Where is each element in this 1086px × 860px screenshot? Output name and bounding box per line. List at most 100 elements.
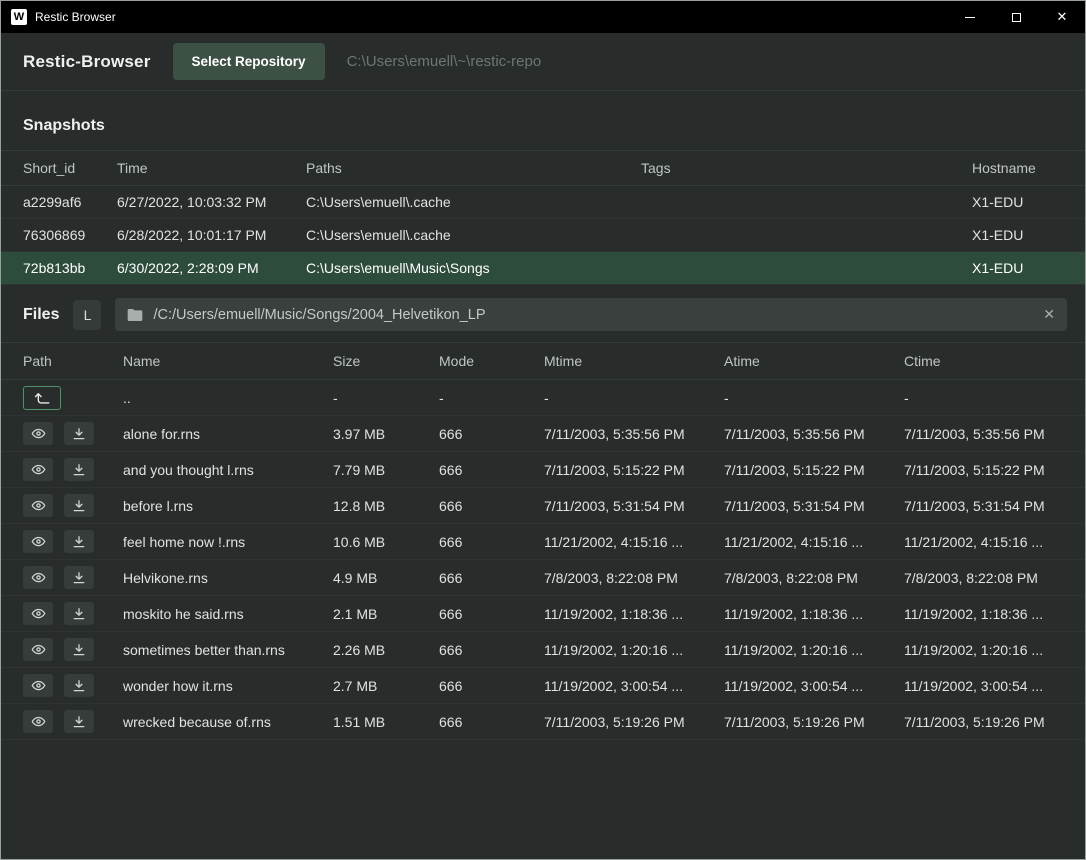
col-atime: Atime: [724, 353, 904, 369]
download-file-button[interactable]: [64, 458, 94, 481]
col-name: Name: [123, 353, 333, 369]
file-mtime: 7/11/2003, 5:35:56 PM: [544, 426, 724, 442]
download-file-button[interactable]: [64, 566, 94, 589]
file-size: 4.9 MB: [333, 570, 439, 586]
eye-icon: [31, 606, 46, 621]
snapshot-row[interactable]: 76306869 6/28/2022, 10:01:17 PM C:\Users…: [1, 219, 1085, 252]
file-mtime: 11/21/2002, 4:15:16 ...: [544, 534, 724, 550]
download-file-button[interactable]: [64, 710, 94, 733]
download-file-button[interactable]: [64, 674, 94, 697]
file-mtime: 7/11/2003, 5:31:54 PM: [544, 498, 724, 514]
preview-file-button[interactable]: [23, 638, 53, 661]
file-actions: [23, 422, 123, 445]
page-title: Restic-Browser: [23, 52, 151, 72]
preview-file-button[interactable]: [23, 494, 53, 517]
window-controls: ✕: [947, 1, 1085, 33]
file-actions: [23, 674, 123, 697]
col-paths: Paths: [306, 160, 641, 176]
file-row: wrecked because of.rns 1.51 MB 666 7/11/…: [1, 704, 1085, 740]
preview-file-button[interactable]: [23, 458, 53, 481]
download-file-button[interactable]: [64, 602, 94, 625]
parent-directory-actions: [23, 386, 123, 410]
file-atime: 11/19/2002, 1:20:16 ...: [724, 642, 904, 658]
preview-file-button[interactable]: [23, 530, 53, 553]
close-button[interactable]: ✕: [1039, 1, 1085, 33]
file-ctime: 11/19/2002, 1:18:36 ...: [904, 606, 1063, 622]
parent-name: ..: [123, 390, 333, 406]
file-atime: 7/11/2003, 5:31:54 PM: [724, 498, 904, 514]
file-mode: 666: [439, 498, 544, 514]
minimize-button[interactable]: [947, 1, 993, 33]
file-atime: 7/8/2003, 8:22:08 PM: [724, 570, 904, 586]
snapshot-row[interactable]: a2299af6 6/27/2022, 10:03:32 PM C:\Users…: [1, 186, 1085, 219]
maximize-icon: [1012, 13, 1021, 22]
file-name: moskito he said.rns: [123, 606, 333, 622]
preview-file-button[interactable]: [23, 566, 53, 589]
file-actions: [23, 530, 123, 553]
snapshot-hostname: X1-EDU: [972, 260, 1063, 276]
files-heading: Files: [23, 306, 59, 324]
preview-file-button[interactable]: [23, 710, 53, 733]
file-actions: [23, 638, 123, 661]
up-directory-icon: [34, 391, 51, 405]
app-window: W Restic Browser ✕ Restic-Browser Select…: [0, 0, 1086, 860]
file-name: wrecked because of.rns: [123, 714, 333, 730]
file-mtime: 11/19/2002, 1:20:16 ...: [544, 642, 724, 658]
download-icon: [72, 535, 86, 549]
file-row: wonder how it.rns 2.7 MB 666 11/19/2002,…: [1, 668, 1085, 704]
file-mode: 666: [439, 426, 544, 442]
file-name: Helvikone.rns: [123, 570, 333, 586]
file-size: 3.97 MB: [333, 426, 439, 442]
snapshot-row[interactable]: 72b813bb 6/30/2022, 2:28:09 PM C:\Users\…: [1, 252, 1085, 285]
snapshot-time: 6/28/2022, 10:01:17 PM: [117, 227, 306, 243]
snapshots-heading: Snapshots: [1, 91, 1085, 150]
parent-atime: -: [724, 390, 904, 406]
download-file-button[interactable]: [64, 422, 94, 445]
file-atime: 7/11/2003, 5:35:56 PM: [724, 426, 904, 442]
snapshots-table-body: a2299af6 6/27/2022, 10:03:32 PM C:\Users…: [1, 186, 1085, 285]
select-repository-button[interactable]: Select Repository: [173, 43, 325, 80]
parent-directory-row: .. - - - - -: [1, 380, 1085, 416]
files-table-header: Path Name Size Mode Mtime Atime Ctime: [1, 342, 1085, 380]
file-mode: 666: [439, 642, 544, 658]
parent-mode: -: [439, 390, 544, 406]
file-size: 12.8 MB: [333, 498, 439, 514]
file-row: Helvikone.rns 4.9 MB 666 7/8/2003, 8:22:…: [1, 560, 1085, 596]
snapshot-short-id: 72b813bb: [23, 260, 117, 276]
file-row: alone for.rns 3.97 MB 666 7/11/2003, 5:3…: [1, 416, 1085, 452]
file-ctime: 7/11/2003, 5:31:54 PM: [904, 498, 1063, 514]
list-mode-button[interactable]: L: [73, 300, 101, 330]
col-mode: Mode: [439, 353, 544, 369]
snapshot-hostname: X1-EDU: [972, 194, 1063, 210]
parent-ctime: -: [904, 390, 1063, 406]
repository-path: C:\Users\emuell\~\restic-repo: [347, 53, 542, 70]
clear-path-button[interactable]: ✕: [1043, 306, 1055, 323]
path-input[interactable]: [153, 307, 1033, 323]
folder-icon: [127, 308, 143, 322]
col-ctime: Ctime: [904, 353, 1063, 369]
snapshot-time: 6/27/2022, 10:03:32 PM: [117, 194, 306, 210]
file-ctime: 7/11/2003, 5:35:56 PM: [904, 426, 1063, 442]
eye-icon: [31, 678, 46, 693]
col-time: Time: [117, 160, 306, 176]
file-name: alone for.rns: [123, 426, 333, 442]
up-directory-button[interactable]: [23, 386, 61, 410]
col-hostname: Hostname: [972, 160, 1063, 176]
download-file-button[interactable]: [64, 530, 94, 553]
col-path: Path: [23, 353, 123, 369]
maximize-button[interactable]: [993, 1, 1039, 33]
preview-file-button[interactable]: [23, 422, 53, 445]
download-file-button[interactable]: [64, 638, 94, 661]
preview-file-button[interactable]: [23, 674, 53, 697]
titlebar-drag-region[interactable]: W Restic Browser ✕: [1, 1, 1085, 33]
snapshot-paths: C:\Users\emuell\Music\Songs: [306, 260, 641, 276]
download-icon: [72, 679, 86, 693]
preview-file-button[interactable]: [23, 602, 53, 625]
snapshot-paths: C:\Users\emuell\.cache: [306, 227, 641, 243]
download-file-button[interactable]: [64, 494, 94, 517]
file-mode: 666: [439, 534, 544, 550]
file-actions: [23, 602, 123, 625]
file-ctime: 11/19/2002, 3:00:54 ...: [904, 678, 1063, 694]
parent-mtime: -: [544, 390, 724, 406]
eye-icon: [31, 534, 46, 549]
